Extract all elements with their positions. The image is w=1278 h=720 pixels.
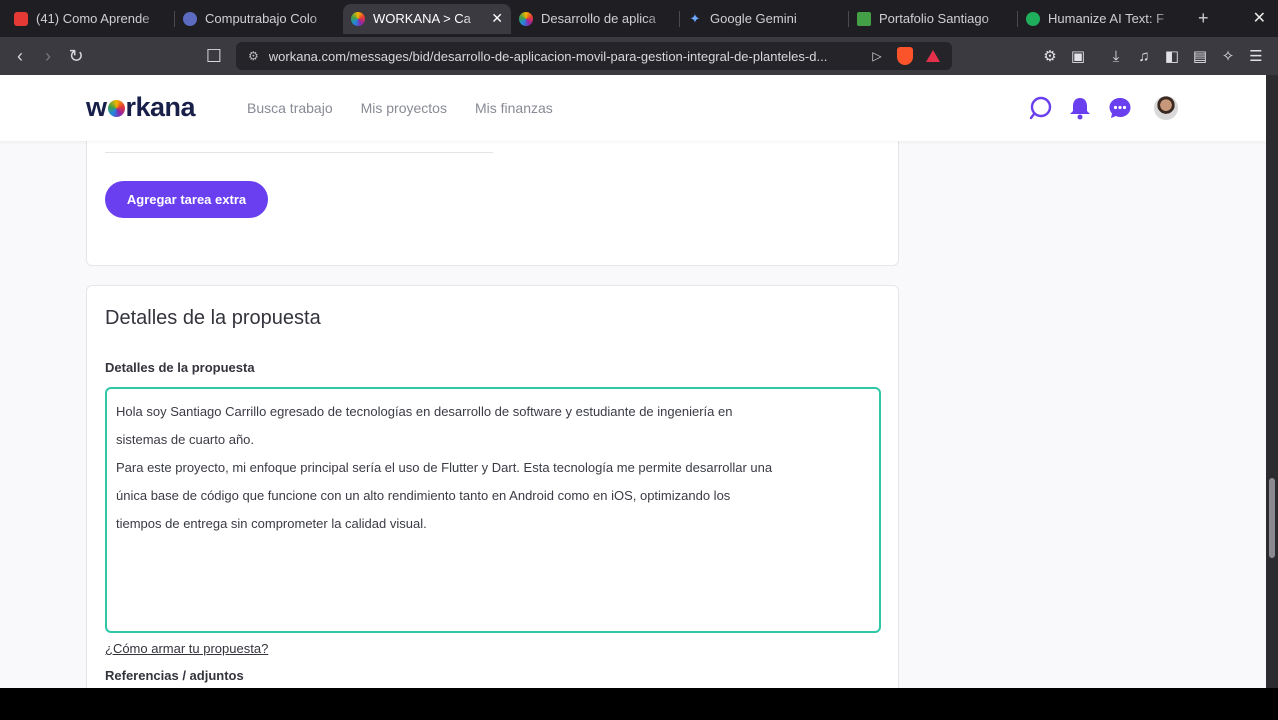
tab-title: WORKANA > Ca [373, 11, 471, 26]
menu-icon[interactable]: ☰ [1242, 47, 1270, 65]
messages-icon[interactable] [1107, 95, 1133, 121]
text-line: única base de código que funcione con un… [116, 488, 731, 503]
workana-icon [351, 11, 365, 26]
text-line: sistemas de cuarto año. [116, 432, 255, 447]
browser-tab-active[interactable]: WORKANA > Ca ✕ [343, 3, 511, 34]
tab-title: Humanize AI Text: F [1048, 11, 1165, 26]
browser-tab[interactable]: Humanize AI Text: F [1018, 4, 1186, 34]
taskbar [0, 688, 1278, 720]
toolbar-icons: ⚙ ▣ ⤓ ♫ ◧ ▤ ✧ ☰ [1036, 37, 1270, 75]
browser-tab[interactable]: Desarrollo de aplica [511, 4, 679, 34]
sidebar-icon[interactable]: ◧ [1158, 47, 1186, 65]
tab-title: Desarrollo de aplica [541, 11, 656, 26]
section-title: Detalles de la propuesta [105, 307, 321, 329]
scrollbar-thumb[interactable] [1269, 478, 1275, 558]
site-header: w rkana Busca trabajo Mis proyectos Mis f… [0, 75, 1266, 141]
references-label: Referencias / adjuntos [105, 668, 244, 683]
browser-tab-bar: (41) Como Aprende Computrabajo Colo WORK… [0, 0, 1278, 37]
how-to-proposal-link[interactable]: ¿Cómo armar tu propuesta? [105, 641, 268, 656]
back-icon[interactable]: ‹ [6, 46, 34, 67]
browser-tab[interactable]: (41) Como Aprende [6, 4, 174, 34]
media-icon[interactable]: ♫ [1130, 48, 1158, 65]
browser-tab[interactable]: Portafolio Santiago [849, 4, 1017, 34]
share-icon[interactable]: ▷ [868, 47, 886, 65]
nav-mis-finanzas[interactable]: Mis finanzas [475, 100, 553, 116]
main-nav: Busca trabajo Mis proyectos Mis finanzas [247, 100, 553, 116]
bell-icon[interactable] [1067, 95, 1093, 121]
bookmark-icon[interactable]: ☐ [200, 46, 228, 67]
add-extra-task-button[interactable]: Agregar tarea extra [105, 181, 268, 218]
reload-icon[interactable]: ↻ [62, 46, 90, 67]
tab-title: Computrabajo Colo [205, 11, 318, 26]
proposal-details-card: Detalles de la propuesta Detalles de la … [86, 285, 899, 688]
browser-tab[interactable]: Computrabajo Colo [175, 4, 343, 34]
tab-title: (41) Como Aprende [36, 11, 150, 26]
divider [105, 152, 493, 153]
window-close-icon[interactable]: ✕ [1253, 8, 1266, 28]
computrabajo-icon [183, 11, 197, 26]
user-avatar[interactable] [1154, 96, 1178, 120]
gemini-icon: ✦ [689, 10, 701, 26]
wallet-icon[interactable]: ▤ [1186, 47, 1214, 65]
extensions-icon[interactable]: ⚙ [1036, 47, 1064, 65]
address-bar[interactable]: ⚙ workana.com/messages/bid/desarrollo-de… [236, 42, 952, 70]
leo-ai-icon[interactable]: ✧ [1214, 47, 1242, 65]
search-icon[interactable] [1028, 95, 1054, 121]
portfolio-icon [857, 11, 871, 26]
text-line: Para este proyecto, mi enfoque principal… [116, 460, 773, 475]
text-line: Hola soy Santiago Carrillo egresado de t… [116, 404, 733, 419]
proposal-details-label: Detalles de la propuesta [105, 360, 255, 375]
brave-rewards-icon[interactable] [924, 47, 942, 65]
url-text: workana.com/messages/bid/desarrollo-de-a… [268, 48, 828, 64]
close-tab-icon[interactable]: ✕ [491, 10, 503, 27]
nav-mis-proyectos[interactable]: Mis proyectos [361, 100, 447, 116]
youtube-icon [14, 11, 28, 26]
forward-icon[interactable]: › [34, 46, 62, 67]
new-tab-icon[interactable]: + [1198, 8, 1209, 29]
screenshot-icon[interactable]: ▣ [1064, 47, 1092, 65]
browser-tab[interactable]: ✦ Google Gemini [680, 4, 848, 34]
text-line: tiempos de entrega sin comprometer la ca… [116, 516, 427, 531]
site-settings-icon[interactable]: ⚙ [248, 49, 259, 63]
tab-title: Google Gemini [710, 11, 797, 26]
brave-shields-icon[interactable] [896, 47, 914, 65]
workana-icon [519, 11, 533, 26]
nav-busca-trabajo[interactable]: Busca trabajo [247, 100, 333, 116]
proposal-details-textarea[interactable]: Hola soy Santiago Carrillo egresado de t… [105, 387, 881, 633]
page-scrollbar[interactable] [1266, 75, 1278, 688]
tab-title: Portafolio Santiago [879, 11, 989, 26]
grammarly-icon [1026, 11, 1040, 26]
downloads-icon[interactable]: ⤓ [1102, 48, 1130, 65]
page-content: w rkana Busca trabajo Mis proyectos Mis f… [0, 75, 1266, 688]
browser-toolbar: ‹ › ↻ ☐ ⚙ workana.com/messages/bid/desar… [0, 37, 1278, 75]
workana-logo[interactable]: w rkana [86, 92, 196, 123]
